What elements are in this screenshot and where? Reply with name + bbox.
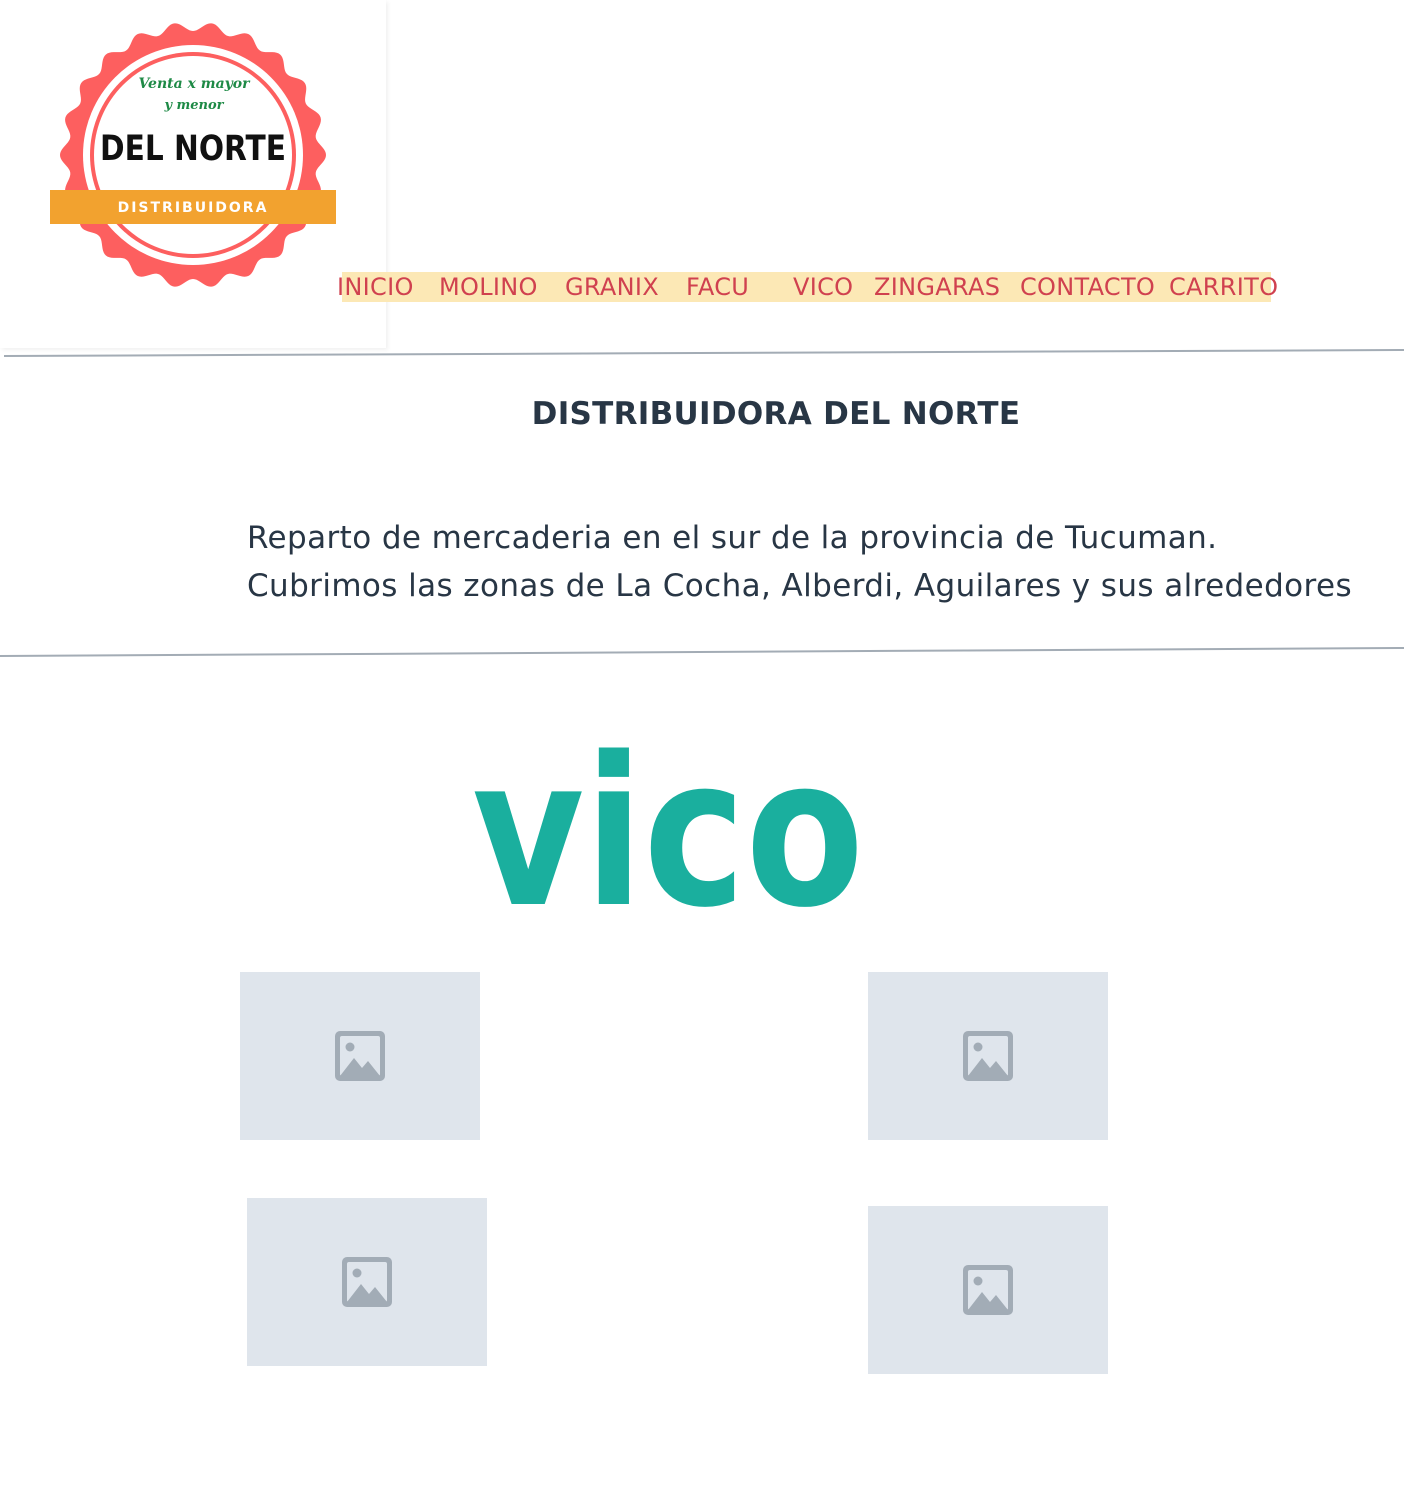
image-placeholder-icon [963, 1031, 1013, 1081]
image-placeholder-icon [335, 1031, 385, 1081]
logo-container: Venta x mayor y menor DEL NORTE DISTRIBU… [0, 0, 386, 348]
nav-item-contacto[interactable]: CONTACTO [1020, 271, 1155, 303]
image-placeholder-icon [342, 1257, 392, 1307]
product-image-4[interactable] [868, 1206, 1108, 1374]
nav-item-carrito[interactable]: CARRITO [1169, 271, 1278, 303]
product-image-2[interactable] [868, 972, 1108, 1140]
nav-item-facu[interactable]: FACU [686, 271, 749, 303]
brand-title-text: vico [472, 740, 864, 920]
divider-bottom [0, 647, 1404, 657]
description-line-1: Reparto de mercaderia en el sur de la pr… [247, 520, 1218, 556]
product-image-3[interactable] [247, 1198, 487, 1366]
brand-title: vico [472, 740, 864, 920]
divider-top [3, 349, 1404, 357]
logo-name: DEL NORTE [100, 129, 286, 169]
description-line-2: Cubrimos las zonas de La Cocha, Alberdi,… [247, 568, 1353, 604]
del-norte-logo[interactable]: Venta x mayor y menor DEL NORTE DISTRIBU… [0, 0, 386, 348]
site-title: DISTRIBUIDORA DEL NORTE [531, 396, 1021, 432]
nav-item-zingaras[interactable]: ZINGARAS [874, 271, 1000, 303]
logo-ribbon-text: DISTRIBUIDORA [118, 200, 269, 216]
nav-item-granix[interactable]: GRANIX [565, 271, 659, 303]
logo-tagline-1: Venta x mayor [138, 76, 251, 92]
image-placeholder-icon [963, 1265, 1013, 1315]
nav-item-vico[interactable]: VICO [793, 271, 853, 303]
nav-item-inicio[interactable]: INICIO [337, 271, 414, 303]
nav-item-molino[interactable]: MOLINO [439, 271, 538, 303]
logo-tagline-2: y menor [163, 98, 224, 113]
product-image-1[interactable] [240, 972, 480, 1140]
